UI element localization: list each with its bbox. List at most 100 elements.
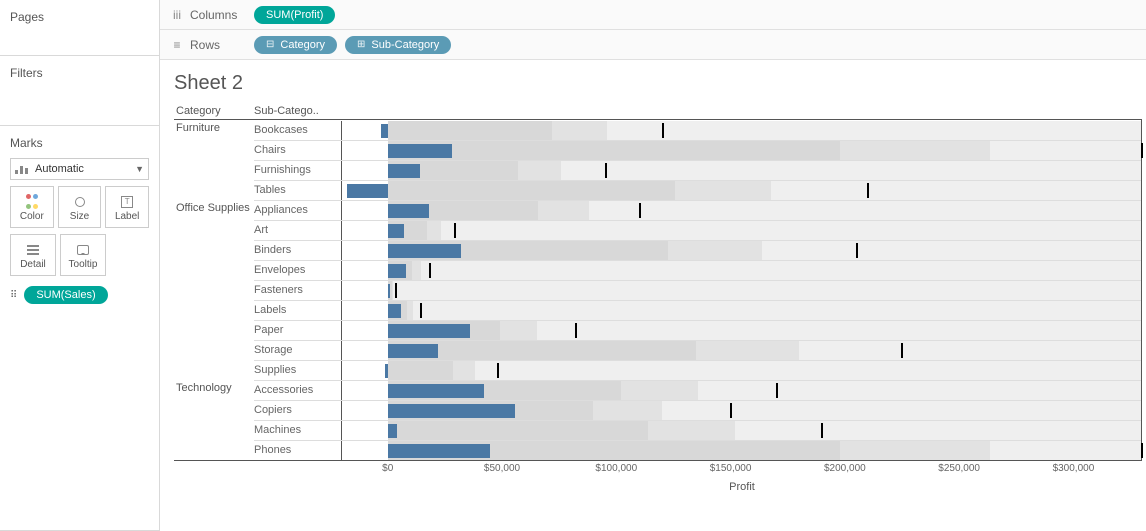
bar-cell bbox=[342, 261, 1141, 280]
sales-target-tick bbox=[867, 183, 869, 198]
profit-bar bbox=[388, 144, 452, 158]
profit-bar bbox=[388, 224, 404, 238]
profit-bar bbox=[388, 264, 406, 278]
filters-shelf[interactable]: Filters bbox=[0, 56, 159, 126]
sub-category-row[interactable]: Envelopes bbox=[254, 260, 1141, 280]
sub-category-label: Labels bbox=[254, 301, 342, 320]
sub-category-label: Envelopes bbox=[254, 261, 342, 280]
rows-pill-category[interactable]: ⊟Category bbox=[254, 36, 337, 54]
axis-tick: $150,000 bbox=[710, 463, 752, 474]
reference-band-60 bbox=[388, 361, 454, 380]
chevron-down-icon: ▼ bbox=[135, 164, 144, 174]
sub-category-label: Paper bbox=[254, 321, 342, 340]
marks-detail-button[interactable]: Detail bbox=[10, 234, 56, 276]
label-icon: T bbox=[121, 196, 133, 208]
bar-cell bbox=[342, 161, 1141, 180]
sub-category-row[interactable]: Copiers bbox=[254, 400, 1141, 420]
rows-pill-sub-category[interactable]: ⊞Sub-Category bbox=[345, 36, 451, 54]
sub-category-label: Supplies bbox=[254, 361, 342, 380]
reference-band-60 bbox=[388, 421, 648, 440]
profit-bar bbox=[388, 384, 484, 398]
category-label: Technology bbox=[174, 380, 254, 460]
sales-target-tick bbox=[639, 203, 641, 218]
rows-shelf[interactable]: ≡Rows ⊟Category ⊞Sub-Category bbox=[160, 30, 1146, 60]
sub-category-row[interactable]: Storage bbox=[254, 340, 1141, 360]
profit-bar bbox=[388, 324, 470, 338]
sub-category-row[interactable]: Fasteners bbox=[254, 280, 1141, 300]
marks-type-select[interactable]: Automatic ▼ bbox=[10, 158, 149, 180]
category-group: FurnitureBookcasesChairsFurnishingsTable… bbox=[174, 120, 1141, 200]
sub-category-row[interactable]: Machines bbox=[254, 420, 1141, 440]
sub-category-label: Appliances bbox=[254, 201, 342, 220]
sales-target-tick bbox=[454, 223, 456, 238]
sub-category-row[interactable]: Supplies bbox=[254, 360, 1141, 380]
sub-category-row[interactable]: Art bbox=[254, 220, 1141, 240]
x-axis-title: Profit bbox=[342, 481, 1142, 493]
profit-bar bbox=[385, 364, 387, 378]
profit-bar bbox=[388, 424, 397, 438]
sales-target-tick bbox=[730, 403, 732, 418]
reference-band-rest bbox=[388, 221, 1141, 240]
sub-category-label: Art bbox=[254, 221, 342, 240]
profit-bar bbox=[381, 124, 388, 138]
marks-label-button[interactable]: T Label bbox=[105, 186, 149, 228]
sales-target-tick bbox=[1141, 443, 1143, 458]
sales-target-tick bbox=[395, 283, 397, 298]
sales-target-tick bbox=[662, 123, 664, 138]
sales-target-tick bbox=[1141, 143, 1143, 158]
profit-bar bbox=[388, 304, 402, 318]
sub-category-row[interactable]: Paper bbox=[254, 320, 1141, 340]
sub-category-label: Tables bbox=[254, 181, 342, 200]
sub-category-row[interactable]: Furnishings bbox=[254, 160, 1141, 180]
sub-category-label: Fasteners bbox=[254, 281, 342, 300]
left-sidebar: Pages Filters Marks Automatic ▼ Color Si… bbox=[0, 0, 160, 531]
bullet-chart: Category Sub-Catego.. FurnitureBookcases… bbox=[174, 105, 1142, 493]
category-label: Office Supplies bbox=[174, 200, 254, 380]
bar-cell bbox=[342, 421, 1141, 440]
x-axis: $0$50,000$100,000$150,000$200,000$250,00… bbox=[174, 461, 1142, 479]
sheet-view: Sheet 2 Category Sub-Catego.. FurnitureB… bbox=[160, 60, 1146, 531]
bar-cell bbox=[342, 401, 1141, 420]
sub-category-row[interactable]: Phones bbox=[254, 440, 1141, 460]
bar-cell bbox=[342, 181, 1141, 200]
sub-category-label: Machines bbox=[254, 421, 342, 440]
sub-category-row[interactable]: Labels bbox=[254, 300, 1141, 320]
profit-bar bbox=[388, 284, 390, 298]
sheet-title[interactable]: Sheet 2 bbox=[174, 72, 1142, 95]
sub-category-row[interactable]: Bookcases bbox=[254, 120, 1141, 140]
profit-bar bbox=[388, 344, 438, 358]
rows-icon: ≡ bbox=[170, 38, 184, 52]
sales-target-tick bbox=[605, 163, 607, 178]
columns-shelf[interactable]: iiiColumns SUM(Profit) bbox=[160, 0, 1146, 30]
marks-tooltip-button[interactable]: Tooltip bbox=[60, 234, 106, 276]
bar-cell bbox=[342, 221, 1141, 240]
bar-cell bbox=[342, 141, 1141, 160]
sales-target-tick bbox=[497, 363, 499, 378]
plus-icon: ⊞ bbox=[357, 39, 365, 50]
rows-shelf-label: ≡Rows bbox=[170, 38, 240, 52]
columns-shelf-label: iiiColumns bbox=[170, 8, 240, 22]
profit-bar bbox=[388, 244, 461, 258]
sub-category-label: Chairs bbox=[254, 141, 342, 160]
tooltip-icon bbox=[77, 245, 89, 255]
bar-chart-icon bbox=[15, 164, 29, 174]
sub-category-row[interactable]: Appliances bbox=[254, 200, 1141, 220]
reference-band-60 bbox=[388, 141, 840, 160]
marks-color-button[interactable]: Color bbox=[10, 186, 54, 228]
profit-bar bbox=[388, 404, 516, 418]
sub-category-row[interactable]: Tables bbox=[254, 180, 1141, 200]
sub-category-label: Accessories bbox=[254, 381, 342, 400]
columns-pill-sum-profit[interactable]: SUM(Profit) bbox=[254, 6, 335, 24]
sub-category-row[interactable]: Binders bbox=[254, 240, 1141, 260]
sub-category-row[interactable]: Accessories bbox=[254, 380, 1141, 400]
detail-pill-sum-sales[interactable]: SUM(Sales) bbox=[24, 286, 107, 304]
bar-cell bbox=[342, 341, 1141, 360]
marks-size-button[interactable]: Size bbox=[58, 186, 102, 228]
axis-tick: $50,000 bbox=[484, 463, 520, 474]
minus-icon: ⊟ bbox=[266, 39, 274, 50]
color-icon bbox=[26, 193, 38, 211]
pages-shelf[interactable]: Pages bbox=[0, 0, 159, 56]
bar-cell bbox=[342, 301, 1141, 320]
marks-card: Marks Automatic ▼ Color Size T Label bbox=[0, 126, 159, 531]
sub-category-row[interactable]: Chairs bbox=[254, 140, 1141, 160]
